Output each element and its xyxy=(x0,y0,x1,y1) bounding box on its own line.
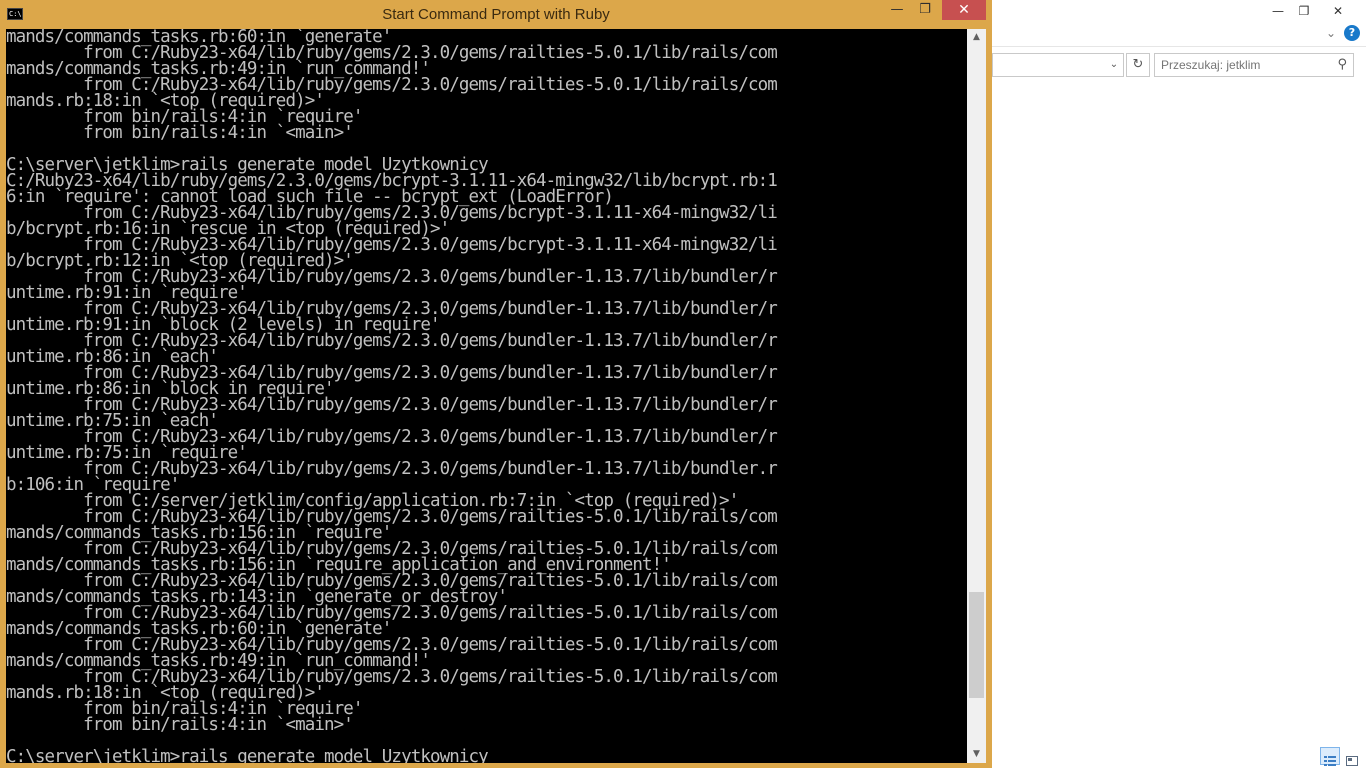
console-minimize-button[interactable]: — xyxy=(884,0,910,20)
explorer-minimize-button[interactable]: — xyxy=(1264,2,1292,20)
details-view-button[interactable] xyxy=(1320,747,1340,766)
search-input[interactable] xyxy=(1155,55,1321,75)
scroll-up-arrow-icon[interactable]: ▲ xyxy=(967,29,986,46)
help-icon[interactable]: ? xyxy=(1344,25,1360,41)
window-title: Start Command Prompt with Ruby xyxy=(382,6,610,23)
large-icons-view-button[interactable] xyxy=(1342,747,1362,766)
details-view-icon xyxy=(1324,751,1336,766)
large-icons-view-icon xyxy=(1346,751,1358,766)
console-titlebar[interactable]: C:\ Start Command Prompt with Ruby — ✕ xyxy=(0,0,992,29)
address-bar[interactable]: ⌄ xyxy=(992,53,1124,77)
scrollbar-thumb[interactable] xyxy=(969,592,984,699)
refresh-button[interactable]: ↻ xyxy=(1126,53,1150,77)
explorer-close-button[interactable]: ✕ xyxy=(1324,2,1352,20)
console-line: from bin/rails:4:in `<main>' xyxy=(6,715,354,735)
console-close-button[interactable]: ✕ xyxy=(942,0,986,20)
console-window: C:\ Start Command Prompt with Ruby — ✕ ❐… xyxy=(0,0,992,768)
console-output[interactable]: mands/commands_tasks.rb:60:in `generate'… xyxy=(6,29,967,763)
console-maximize-button[interactable]: ❐ xyxy=(912,0,938,20)
console-text: mands/commands_tasks.rb:60:in `generate'… xyxy=(6,29,778,763)
scroll-down-arrow-icon[interactable]: ▼ xyxy=(967,746,986,763)
explorer-window: — ❐ ✕ ⌄ ? ⌄ ↻ ⚲ xyxy=(986,0,1366,768)
chevron-down-icon[interactable]: ⌄ xyxy=(1326,26,1336,40)
refresh-icon: ↻ xyxy=(1132,57,1144,72)
console-line: from bin/rails:4:in `<main>' xyxy=(6,123,354,143)
explorer-maximize-button[interactable]: ❐ xyxy=(1290,2,1318,20)
explorer-ribbon xyxy=(986,24,1366,47)
search-icon[interactable]: ⚲ xyxy=(1337,57,1347,72)
console-line: C:\server\jetklim>rails generate model U… xyxy=(6,747,489,763)
address-dropdown-icon[interactable]: ⌄ xyxy=(1107,56,1121,74)
explorer-titlebar: — ❐ ✕ xyxy=(986,0,1366,22)
vertical-scrollbar[interactable]: ▲ ▼ xyxy=(967,29,986,763)
search-box[interactable]: ⚲ xyxy=(1154,53,1354,77)
